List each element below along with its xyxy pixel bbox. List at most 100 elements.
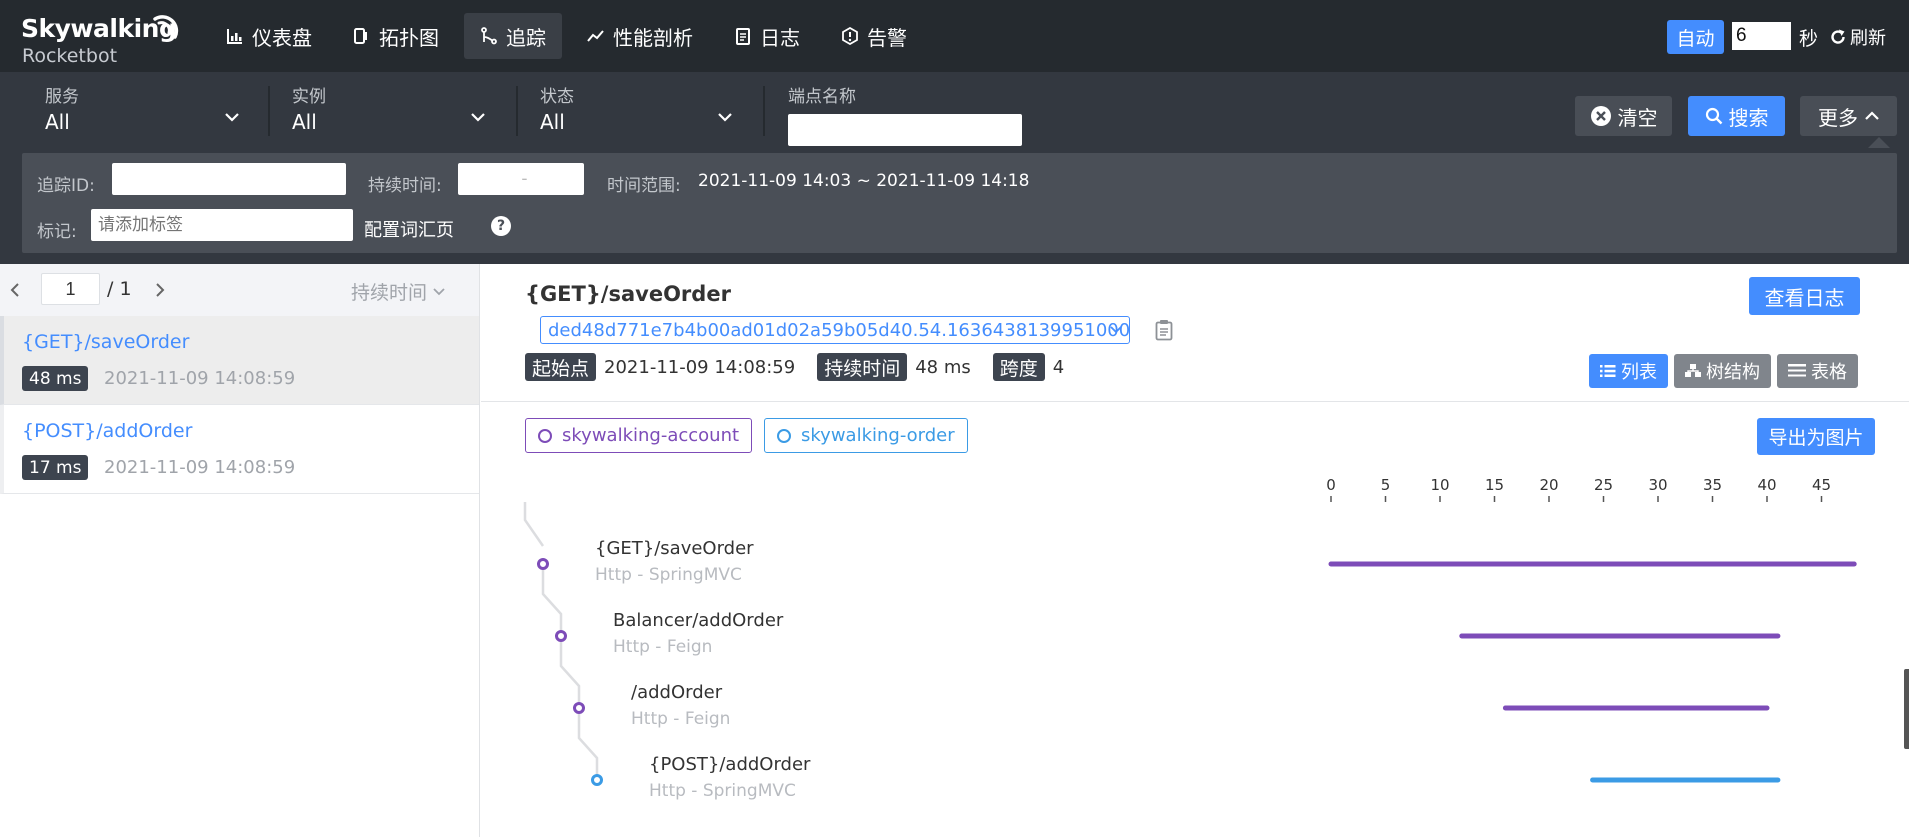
- nav-item-profile[interactable]: 性能剖析: [571, 13, 709, 59]
- trace-endpoint-name: {GET}/saveOrder: [22, 331, 190, 353]
- top-navigation-bar: Skywalking Rocketbot 仪表盘 拓扑图 追踪 性能剖析 日志 …: [0, 0, 1909, 72]
- chevron-down-icon: [225, 113, 239, 122]
- trace-id-select[interactable]: ded48d771e7b4b00ad01d02a59b05d40.54.1636…: [540, 316, 1130, 344]
- view-log-button[interactable]: 查看日志: [1749, 277, 1860, 315]
- service-legend-account[interactable]: skywalking-account: [525, 418, 753, 453]
- refresh-icon: [1831, 29, 1845, 44]
- span-component: Http - Feign: [613, 637, 713, 657]
- instance-label: 实例: [292, 87, 326, 107]
- chevron-left-icon[interactable]: [10, 283, 20, 297]
- export-image-button[interactable]: 导出为图片: [1757, 418, 1875, 455]
- duration-range-input[interactable]: -: [458, 163, 584, 195]
- span-component: Http - Feign: [631, 709, 731, 729]
- nav-item-dashboard[interactable]: 仪表盘: [210, 13, 328, 59]
- more-filter-panel: 追踪ID: 持续时间: - 时间范围: 2021-11-09 14:03 ~ 2…: [22, 153, 1897, 253]
- view-mode-toggle: 列表 树结构 表格: [1589, 354, 1864, 388]
- span-name[interactable]: /addOrder: [631, 682, 722, 703]
- nav-label: 追踪: [506, 25, 546, 50]
- trace-duration-badge: 17 ms: [22, 455, 89, 480]
- refresh-label: 刷新: [1850, 28, 1886, 49]
- config-vocabulary-link[interactable]: 配置词汇页: [364, 216, 454, 242]
- topology-icon: [354, 28, 367, 44]
- view-label: 树结构: [1706, 362, 1760, 383]
- clear-button[interactable]: 清空: [1575, 96, 1672, 136]
- nav-label: 告警: [867, 25, 907, 50]
- duration-tag: 持续时间: [817, 353, 908, 381]
- status-select[interactable]: 状态 All: [540, 82, 740, 142]
- tree-connector: [541, 570, 563, 630]
- trace-detail-panel: {GET}/saveOrder 查看日志 ded48d771e7b4b00ad0…: [481, 264, 1909, 837]
- axis-tick-label: 30: [1648, 476, 1667, 494]
- more-panel-caret: [1868, 137, 1890, 148]
- search-button[interactable]: 搜索: [1688, 96, 1785, 136]
- trace-title: {GET}/saveOrder: [525, 282, 731, 306]
- more-button[interactable]: 更多: [1800, 96, 1897, 136]
- log-icon: [736, 28, 750, 45]
- chevron-up-icon: [1865, 111, 1879, 120]
- tree-connector: [559, 642, 581, 702]
- circle-icon: [777, 428, 791, 443]
- search-label: 搜索: [1728, 105, 1769, 130]
- clear-icon: [1590, 106, 1611, 126]
- service-label: 服务: [45, 87, 79, 107]
- help-icon[interactable]: ?: [491, 216, 511, 236]
- trace-meta: 起始点 2021-11-09 14:08:59 持续时间 48 ms 跨度 4: [525, 353, 1064, 381]
- trace-start-time: 2021-11-09 14:08:59: [104, 368, 296, 389]
- nav-item-alarm[interactable]: 告警: [825, 13, 923, 59]
- nav-item-log[interactable]: 日志: [718, 13, 816, 59]
- nav-label: 拓扑图: [379, 25, 439, 50]
- tree-view-button[interactable]: 树结构: [1674, 354, 1771, 388]
- resize-handle[interactable]: [1904, 669, 1909, 749]
- trace-icon: [481, 27, 497, 45]
- nav-item-topology[interactable]: 拓扑图: [337, 13, 455, 59]
- nav-label: 日志: [760, 25, 800, 50]
- span-count-tag: 跨度: [992, 353, 1045, 381]
- span-node: [555, 630, 567, 642]
- instance-select[interactable]: 实例 All: [292, 82, 492, 142]
- status-value: All: [540, 110, 565, 134]
- time-range-value[interactable]: 2021-11-09 14:03 ~ 2021-11-09 14:18: [698, 171, 1029, 191]
- detail-divider: [481, 401, 1909, 402]
- span-name[interactable]: Balancer/addOrder: [613, 610, 783, 631]
- span-name[interactable]: {GET}/saveOrder: [595, 538, 754, 559]
- endpoint-input[interactable]: [788, 114, 1022, 146]
- span-node: [591, 774, 603, 786]
- service-select[interactable]: 服务 All: [45, 82, 245, 142]
- trace-list-panel: / 1 持续时间 {GET}/saveOrder 48 ms 2021-11-0…: [0, 264, 480, 837]
- axis-tick-label: 10: [1430, 476, 1449, 494]
- clipboard-icon[interactable]: [1155, 319, 1173, 341]
- nav-item-trace[interactable]: 追踪: [464, 13, 562, 59]
- filter-divider: [763, 86, 765, 136]
- interval-unit-label: 秒: [1799, 28, 1819, 50]
- tree-connector: [577, 714, 599, 774]
- refresh-interval-input[interactable]: [1732, 22, 1791, 50]
- app-logo[interactable]: Skywalking Rocketbot: [21, 14, 179, 70]
- refresh-button[interactable]: 刷新: [1829, 24, 1886, 50]
- span-name[interactable]: {POST}/addOrder: [649, 754, 810, 775]
- circle-icon: [538, 428, 552, 443]
- tag-input[interactable]: [91, 209, 353, 241]
- sort-select[interactable]: 持续时间: [351, 278, 445, 305]
- nav-label: 仪表盘: [252, 25, 312, 50]
- service-value: All: [45, 110, 70, 134]
- service-name: skywalking-account: [562, 425, 740, 446]
- trace-id-input[interactable]: [112, 163, 346, 195]
- endpoint-label: 端点名称: [788, 87, 856, 107]
- axis-tick-label: 0: [1326, 476, 1336, 494]
- trace-duration-badge: 48 ms: [22, 366, 89, 391]
- auto-refresh-button[interactable]: 自动: [1667, 20, 1724, 54]
- service-legend-order[interactable]: skywalking-order: [764, 418, 968, 453]
- trace-endpoint-name: {POST}/addOrder: [22, 420, 193, 442]
- tree-connector: [523, 502, 545, 547]
- pagination: / 1 持续时间: [0, 264, 479, 316]
- trace-list-item[interactable]: {GET}/saveOrder 48 ms 2021-11-09 14:08:5…: [0, 316, 479, 405]
- start-tag: 起始点: [525, 353, 597, 381]
- chevron-right-icon[interactable]: [155, 283, 165, 297]
- duration-separator: -: [521, 169, 528, 189]
- start-value: 2021-11-09 14:08:59: [604, 356, 796, 378]
- list-view-button[interactable]: 列表: [1589, 354, 1668, 388]
- table-view-button[interactable]: 表格: [1777, 354, 1858, 388]
- trace-list-item[interactable]: {POST}/addOrder 17 ms 2021-11-09 14:08:5…: [0, 405, 479, 494]
- page-number-input[interactable]: [41, 273, 100, 305]
- span-component: Http - SpringMVC: [595, 565, 742, 585]
